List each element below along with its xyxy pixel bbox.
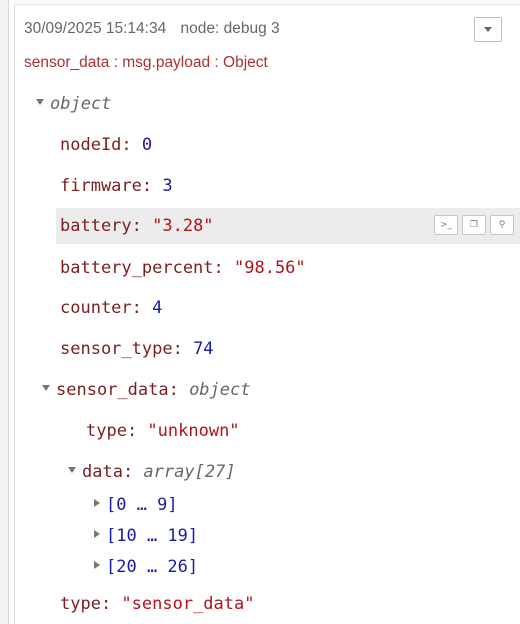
property-value: 0 xyxy=(141,135,153,155)
caret-down-icon[interactable] xyxy=(68,467,76,473)
property-key: sensor_type: xyxy=(60,339,194,359)
array-range: [0 … 9] xyxy=(106,495,178,515)
root-type: object xyxy=(50,94,112,114)
caret-down-icon[interactable] xyxy=(42,385,50,391)
chevron-down-icon xyxy=(484,27,492,32)
property-value: "3.28" xyxy=(152,216,214,236)
tree-row-counter[interactable]: counter: 4 xyxy=(60,290,162,326)
property-key: counter: xyxy=(60,298,153,318)
pin-icon: ⚲ xyxy=(498,220,506,230)
terminal-icon: >_ xyxy=(439,220,453,230)
row-actions: >_ ❐ ⚲ xyxy=(434,215,514,235)
array-range-row[interactable]: [10 … 19] xyxy=(94,520,198,552)
tree-row-inner-type[interactable]: type: "unknown" xyxy=(86,413,240,449)
copy-path-button[interactable]: >_ xyxy=(434,215,458,235)
message-meta: 30/09/2025 15:14:34 node: debug 3 xyxy=(24,20,280,38)
array-range-row[interactable]: [0 … 9] xyxy=(94,489,178,521)
message-node-link[interactable]: node: debug 3 xyxy=(181,20,280,37)
property-key: battery_percent: xyxy=(60,258,234,278)
caret-right-icon[interactable] xyxy=(94,561,100,569)
message-menu-button[interactable] xyxy=(474,17,502,42)
property-value: "sensor_data" xyxy=(121,594,255,614)
tree-row-type[interactable]: type: "sensor_data" xyxy=(60,586,254,622)
caret-down-icon[interactable] xyxy=(36,99,44,105)
property-key: type: xyxy=(86,421,148,441)
property-value: 4 xyxy=(152,298,163,318)
caret-right-icon[interactable] xyxy=(94,499,100,507)
property-value: 3 xyxy=(162,176,173,196)
tree-row-sensor-type[interactable]: sensor_type: 74 xyxy=(60,331,214,367)
property-key: nodeId: xyxy=(60,135,142,155)
property-key: data: xyxy=(82,462,144,482)
previous-message-edge xyxy=(14,0,520,5)
tree-row-nodeId[interactable]: nodeId: 0 xyxy=(60,127,152,163)
property-value: 74 xyxy=(193,339,214,359)
copy-value-button[interactable]: ❐ xyxy=(462,215,486,235)
array-range: [10 … 19] xyxy=(106,526,199,546)
property-value: "98.56" xyxy=(234,258,306,278)
left-rail xyxy=(0,0,9,624)
copy-icon: ❐ xyxy=(469,220,479,230)
tree-row-battery[interactable]: battery: "3.28" >_ ❐ ⚲ xyxy=(56,208,520,244)
caret-right-icon[interactable] xyxy=(94,530,100,538)
tree-row-firmware[interactable]: firmware: 3 xyxy=(60,168,173,204)
tree-row-sensor-data[interactable]: sensor_data: object xyxy=(42,372,250,408)
array-range-row[interactable]: [20 … 26] xyxy=(94,551,198,583)
tree-row-data[interactable]: data: array[27] xyxy=(68,454,236,490)
tree-row-battery-percent[interactable]: battery_percent: "98.56" xyxy=(60,250,306,286)
tree-root-row[interactable]: object xyxy=(36,86,111,122)
message-topic: sensor_data : msg.payload : Object xyxy=(24,54,268,71)
property-type: array[27] xyxy=(143,462,236,482)
pin-button[interactable]: ⚲ xyxy=(490,215,514,235)
property-key: type: xyxy=(60,594,122,614)
property-key: battery: xyxy=(60,216,153,236)
array-range: [20 … 26] xyxy=(106,557,199,577)
property-key: firmware: xyxy=(60,176,163,196)
property-key: sensor_data: xyxy=(56,380,190,400)
message-timestamp: 30/09/2025 15:14:34 xyxy=(24,20,167,37)
property-type: object xyxy=(189,380,251,400)
property-value: "unknown" xyxy=(147,421,240,441)
